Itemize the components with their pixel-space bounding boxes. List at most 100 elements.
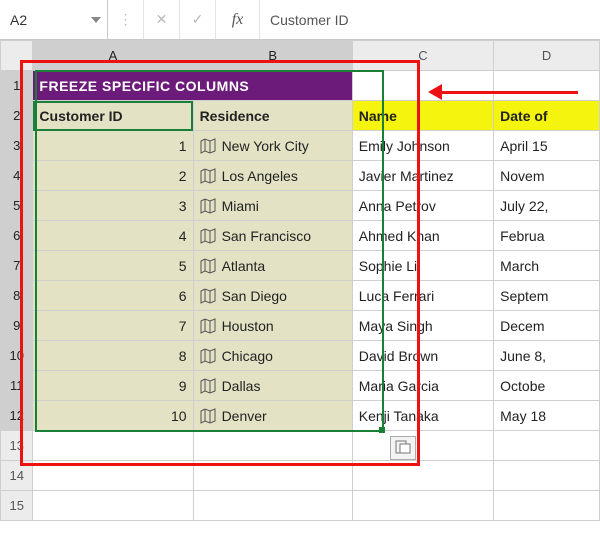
cell-name-10[interactable]: David Brown xyxy=(352,341,493,371)
cell-residence-4[interactable]: Los Angeles xyxy=(193,161,352,191)
map-icon xyxy=(200,378,216,394)
header-name[interactable]: Name xyxy=(352,101,493,131)
cell-name-8[interactable]: Luca Ferrari xyxy=(352,281,493,311)
header-residence[interactable]: Residence xyxy=(193,101,352,131)
cell-C1[interactable] xyxy=(352,71,493,101)
row-header-2[interactable]: 2 xyxy=(1,101,33,131)
cell-residence-3[interactable]: New York City xyxy=(193,131,352,161)
col-header-B[interactable]: B xyxy=(193,41,352,71)
map-icon xyxy=(200,138,216,154)
header-date[interactable]: Date of xyxy=(494,101,600,131)
id-value: 6 xyxy=(179,288,187,304)
spreadsheet-grid[interactable]: A B C D 1FREEZE SPECIFIC COLUMNS2Custome… xyxy=(0,40,600,521)
cell-name-3[interactable]: Emily Johnson xyxy=(352,131,493,161)
cell-id-5[interactable]: 3 xyxy=(33,191,193,221)
cell-D13[interactable] xyxy=(494,431,600,461)
name-box[interactable]: A2 xyxy=(0,0,108,39)
cell-id-6[interactable]: 4 xyxy=(33,221,193,251)
cell-date-5[interactable]: July 22, xyxy=(494,191,600,221)
cell-A13[interactable] xyxy=(33,431,193,461)
city-value: San Francisco xyxy=(222,228,311,244)
cell-C13[interactable] xyxy=(352,431,493,461)
cell-name-7[interactable]: Sophie Li xyxy=(352,251,493,281)
cell-C15[interactable] xyxy=(352,491,493,521)
cell-residence-8[interactable]: San Diego xyxy=(193,281,352,311)
cell-A14[interactable] xyxy=(33,461,193,491)
formula-input[interactable]: Customer ID xyxy=(260,0,600,39)
title-cell[interactable]: FREEZE SPECIFIC COLUMNS xyxy=(33,71,352,101)
cell-residence-9[interactable]: Houston xyxy=(193,311,352,341)
name-box-dropdown-icon[interactable] xyxy=(91,17,101,23)
row-header-4[interactable]: 4 xyxy=(1,161,33,191)
cell-date-4[interactable]: Novem xyxy=(494,161,600,191)
cell-name-6[interactable]: Ahmed Khan xyxy=(352,221,493,251)
header-customer-id[interactable]: Customer ID xyxy=(33,101,193,131)
row-header-3[interactable]: 3 xyxy=(1,131,33,161)
row-header-13[interactable]: 13 xyxy=(1,431,33,461)
row-header-7[interactable]: 7 xyxy=(1,251,33,281)
expand-button[interactable]: ⋮ xyxy=(108,0,144,39)
cell-id-4[interactable]: 2 xyxy=(33,161,193,191)
col-header-C[interactable]: C xyxy=(352,41,493,71)
cell-residence-6[interactable]: San Francisco xyxy=(193,221,352,251)
id-value: 10 xyxy=(171,408,187,424)
cell-id-7[interactable]: 5 xyxy=(33,251,193,281)
cell-D1[interactable] xyxy=(494,71,600,101)
cell-D14[interactable] xyxy=(494,461,600,491)
row-header-9[interactable]: 9 xyxy=(1,311,33,341)
insert-function-button[interactable]: fx xyxy=(216,0,260,39)
paste-options-button[interactable] xyxy=(390,436,416,460)
row-header-1[interactable]: 1 xyxy=(1,71,33,101)
cell-date-10[interactable]: June 8, xyxy=(494,341,600,371)
map-icon xyxy=(200,318,216,334)
cell-id-11[interactable]: 9 xyxy=(33,371,193,401)
cell-date-12[interactable]: May 18 xyxy=(494,401,600,431)
row-header-14[interactable]: 14 xyxy=(1,461,33,491)
row-header-10[interactable]: 10 xyxy=(1,341,33,371)
cell-residence-7[interactable]: Atlanta xyxy=(193,251,352,281)
name-value: Luca Ferrari xyxy=(359,288,434,304)
row-header-8[interactable]: 8 xyxy=(1,281,33,311)
cell-residence-5[interactable]: Miami xyxy=(193,191,352,221)
cell-residence-10[interactable]: Chicago xyxy=(193,341,352,371)
cell-residence-11[interactable]: Dallas xyxy=(193,371,352,401)
cell-date-8[interactable]: Septem xyxy=(494,281,600,311)
cell-name-9[interactable]: Maya Singh xyxy=(352,311,493,341)
cell-name-12[interactable]: Kenji Tanaka xyxy=(352,401,493,431)
col-header-A[interactable]: A xyxy=(33,41,193,71)
row-header-6[interactable]: 6 xyxy=(1,221,33,251)
row-header-12[interactable]: 12 xyxy=(1,401,33,431)
cell-B13[interactable] xyxy=(193,431,352,461)
row-header-5[interactable]: 5 xyxy=(1,191,33,221)
cell-id-12[interactable]: 10 xyxy=(33,401,193,431)
cell-date-11[interactable]: Octobe xyxy=(494,371,600,401)
map-icon xyxy=(200,258,216,274)
cell-date-9[interactable]: Decem xyxy=(494,311,600,341)
cell-C14[interactable] xyxy=(352,461,493,491)
cell-B14[interactable] xyxy=(193,461,352,491)
city-value: Miami xyxy=(222,198,259,214)
cell-id-9[interactable]: 7 xyxy=(33,311,193,341)
map-icon xyxy=(200,228,216,244)
cell-name-11[interactable]: Maria Garcia xyxy=(352,371,493,401)
cell-B15[interactable] xyxy=(193,491,352,521)
cell-date-3[interactable]: April 15 xyxy=(494,131,600,161)
select-all-corner[interactable] xyxy=(1,41,33,71)
row-header-11[interactable]: 11 xyxy=(1,371,33,401)
cell-A15[interactable] xyxy=(33,491,193,521)
cell-residence-12[interactable]: Denver xyxy=(193,401,352,431)
name-value: Anna Petrov xyxy=(359,198,436,214)
cell-id-10[interactable]: 8 xyxy=(33,341,193,371)
cell-date-6[interactable]: Februa xyxy=(494,221,600,251)
name-value: Maria Garcia xyxy=(359,378,439,394)
col-header-D[interactable]: D xyxy=(494,41,600,71)
cell-date-7[interactable]: March xyxy=(494,251,600,281)
cell-name-4[interactable]: Javier Martinez xyxy=(352,161,493,191)
cell-id-3[interactable]: 1 xyxy=(33,131,193,161)
cell-id-8[interactable]: 6 xyxy=(33,281,193,311)
row-header-15[interactable]: 15 xyxy=(1,491,33,521)
name-value: Sophie Li xyxy=(359,258,417,274)
cell-name-5[interactable]: Anna Petrov xyxy=(352,191,493,221)
id-value: 3 xyxy=(179,198,187,214)
cell-D15[interactable] xyxy=(494,491,600,521)
